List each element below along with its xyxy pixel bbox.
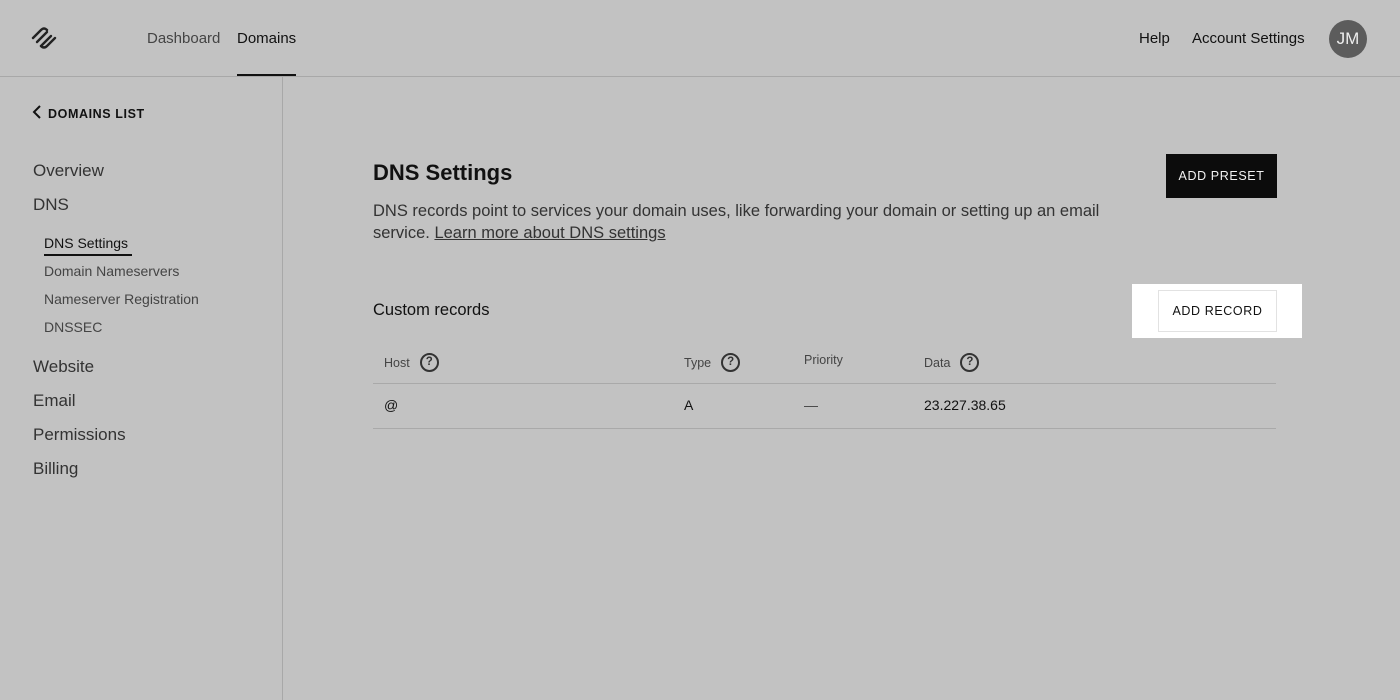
column-header-host: Host ? (384, 353, 439, 372)
account-settings-link[interactable]: Account Settings (1192, 30, 1305, 47)
nav-dashboard-link[interactable]: Dashboard (147, 30, 220, 47)
sidebar-item-overview[interactable]: Overview (33, 161, 104, 181)
table-row-divider (373, 428, 1276, 429)
row-priority-cell: — (804, 397, 818, 413)
page-description: DNS records point to services your domai… (373, 200, 1143, 244)
page-title: DNS Settings (373, 160, 513, 185)
column-header-data: Data ? (924, 353, 980, 372)
sidebar-item-domain-nameservers[interactable]: Domain Nameservers (44, 263, 179, 279)
sidebar-item-permissions[interactable]: Permissions (33, 425, 126, 445)
host-help-icon[interactable]: ? (419, 353, 439, 372)
add-preset-button[interactable]: ADD PRESET (1166, 154, 1277, 198)
row-host-cell: @ (384, 397, 399, 413)
user-avatar[interactable]: JM (1329, 20, 1367, 58)
column-header-type: Type ? (684, 353, 741, 372)
learn-more-link[interactable]: Learn more about DNS settings (434, 224, 665, 242)
data-header-label: Data (924, 355, 951, 370)
host-header-label: Host (384, 355, 410, 370)
chevron-left-icon (32, 105, 42, 122)
add-record-button[interactable]: ADD RECORD (1158, 290, 1277, 332)
domains-list-back-link[interactable]: DOMAINS LIST (32, 105, 145, 122)
sidebar-item-billing[interactable]: Billing (33, 459, 78, 479)
sidebar-item-website[interactable]: Website (33, 357, 94, 377)
type-help-icon[interactable]: ? (721, 353, 741, 372)
table-header-divider (373, 383, 1276, 384)
row-type-cell: A (684, 397, 694, 413)
help-link[interactable]: Help (1139, 30, 1170, 47)
custom-records-heading: Custom records (373, 301, 490, 319)
sidebar-item-dns-settings[interactable]: DNS Settings (44, 235, 128, 251)
sidebar-item-nameserver-registration[interactable]: Nameserver Registration (44, 291, 199, 307)
sidebar-item-dns[interactable]: DNS (33, 195, 69, 215)
sidebar: DOMAINS LIST Overview DNS DNS Settings D… (0, 77, 283, 700)
top-navigation-bar: Dashboard Domains Help Account Settings … (0, 0, 1400, 77)
active-nav-indicator (237, 74, 296, 76)
column-header-priority: Priority (804, 353, 843, 367)
squarespace-logo-icon[interactable] (30, 26, 58, 50)
sidebar-item-dnssec[interactable]: DNSSEC (44, 319, 102, 335)
row-data-cell: 23.227.38.65 (924, 397, 1006, 413)
back-link-label: DOMAINS LIST (48, 106, 145, 121)
sidebar-item-email[interactable]: Email (33, 391, 76, 411)
active-sidebar-indicator (44, 254, 132, 256)
priority-header-label: Priority (804, 353, 843, 367)
data-help-icon[interactable]: ? (960, 353, 980, 372)
type-header-label: Type (684, 355, 712, 370)
nav-domains-link[interactable]: Domains (237, 30, 296, 47)
